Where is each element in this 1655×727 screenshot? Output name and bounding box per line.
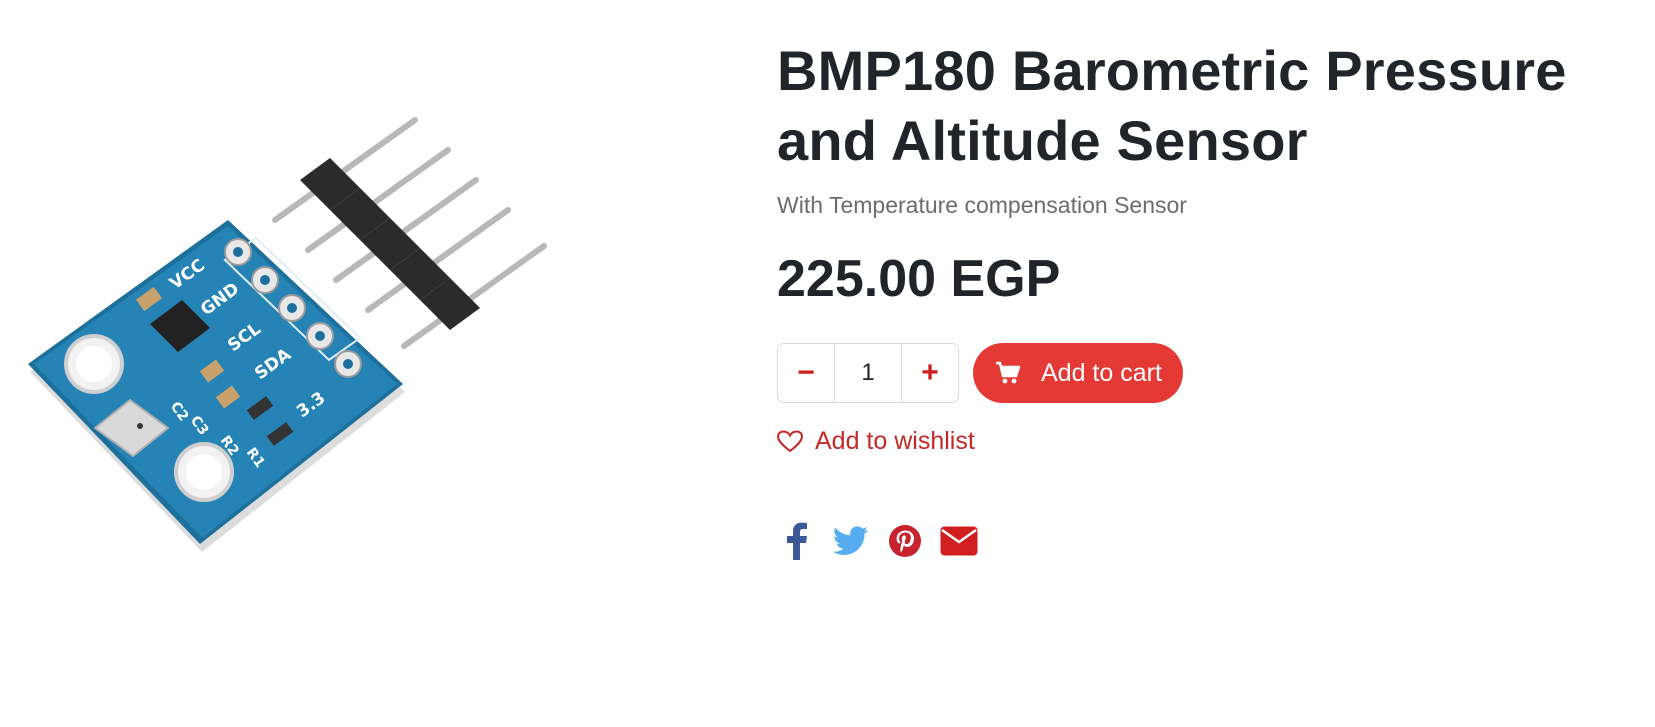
add-to-cart-button[interactable]: Add to cart bbox=[973, 343, 1183, 403]
quantity-increment-button[interactable]: + bbox=[902, 344, 958, 402]
bmp180-board-illustration: VCC GND SCL SDA 3.3 C2 C3 R2 R1 bbox=[28, 117, 547, 552]
share-facebook-button[interactable] bbox=[777, 521, 817, 561]
quantity-input[interactable] bbox=[834, 344, 902, 402]
purchase-row: − + Add to cart bbox=[777, 343, 1637, 403]
add-to-wishlist-label: Add to wishlist bbox=[815, 427, 975, 455]
product-image[interactable]: VCC GND SCL SDA 3.3 C2 C3 R2 R1 bbox=[20, 110, 600, 590]
quantity-decrement-button[interactable]: − bbox=[778, 344, 834, 402]
quantity-stepper: − + bbox=[777, 343, 959, 403]
product-details: BMP180 Barometric Pressure and Altitude … bbox=[776, 36, 1637, 561]
heart-outline-icon bbox=[776, 429, 804, 454]
share-twitter-button[interactable] bbox=[831, 521, 871, 561]
pinterest-icon bbox=[889, 524, 921, 557]
share-pinterest-button[interactable] bbox=[885, 521, 925, 561]
share-email-button[interactable] bbox=[939, 521, 979, 561]
product-subtitle: With Temperature compensation Sensor bbox=[777, 192, 1187, 218]
product-price: 225.00 EGP bbox=[777, 250, 1061, 308]
add-to-wishlist-link[interactable]: Add to wishlist bbox=[776, 427, 975, 456]
shopping-cart-icon bbox=[995, 361, 1021, 385]
envelope-icon bbox=[940, 526, 978, 555]
facebook-icon bbox=[787, 522, 807, 560]
share-buttons bbox=[777, 521, 1637, 561]
product-title: BMP180 Barometric Pressure and Altitude … bbox=[777, 39, 1567, 172]
add-to-cart-label: Add to cart bbox=[1041, 358, 1162, 387]
twitter-icon bbox=[833, 525, 868, 555]
